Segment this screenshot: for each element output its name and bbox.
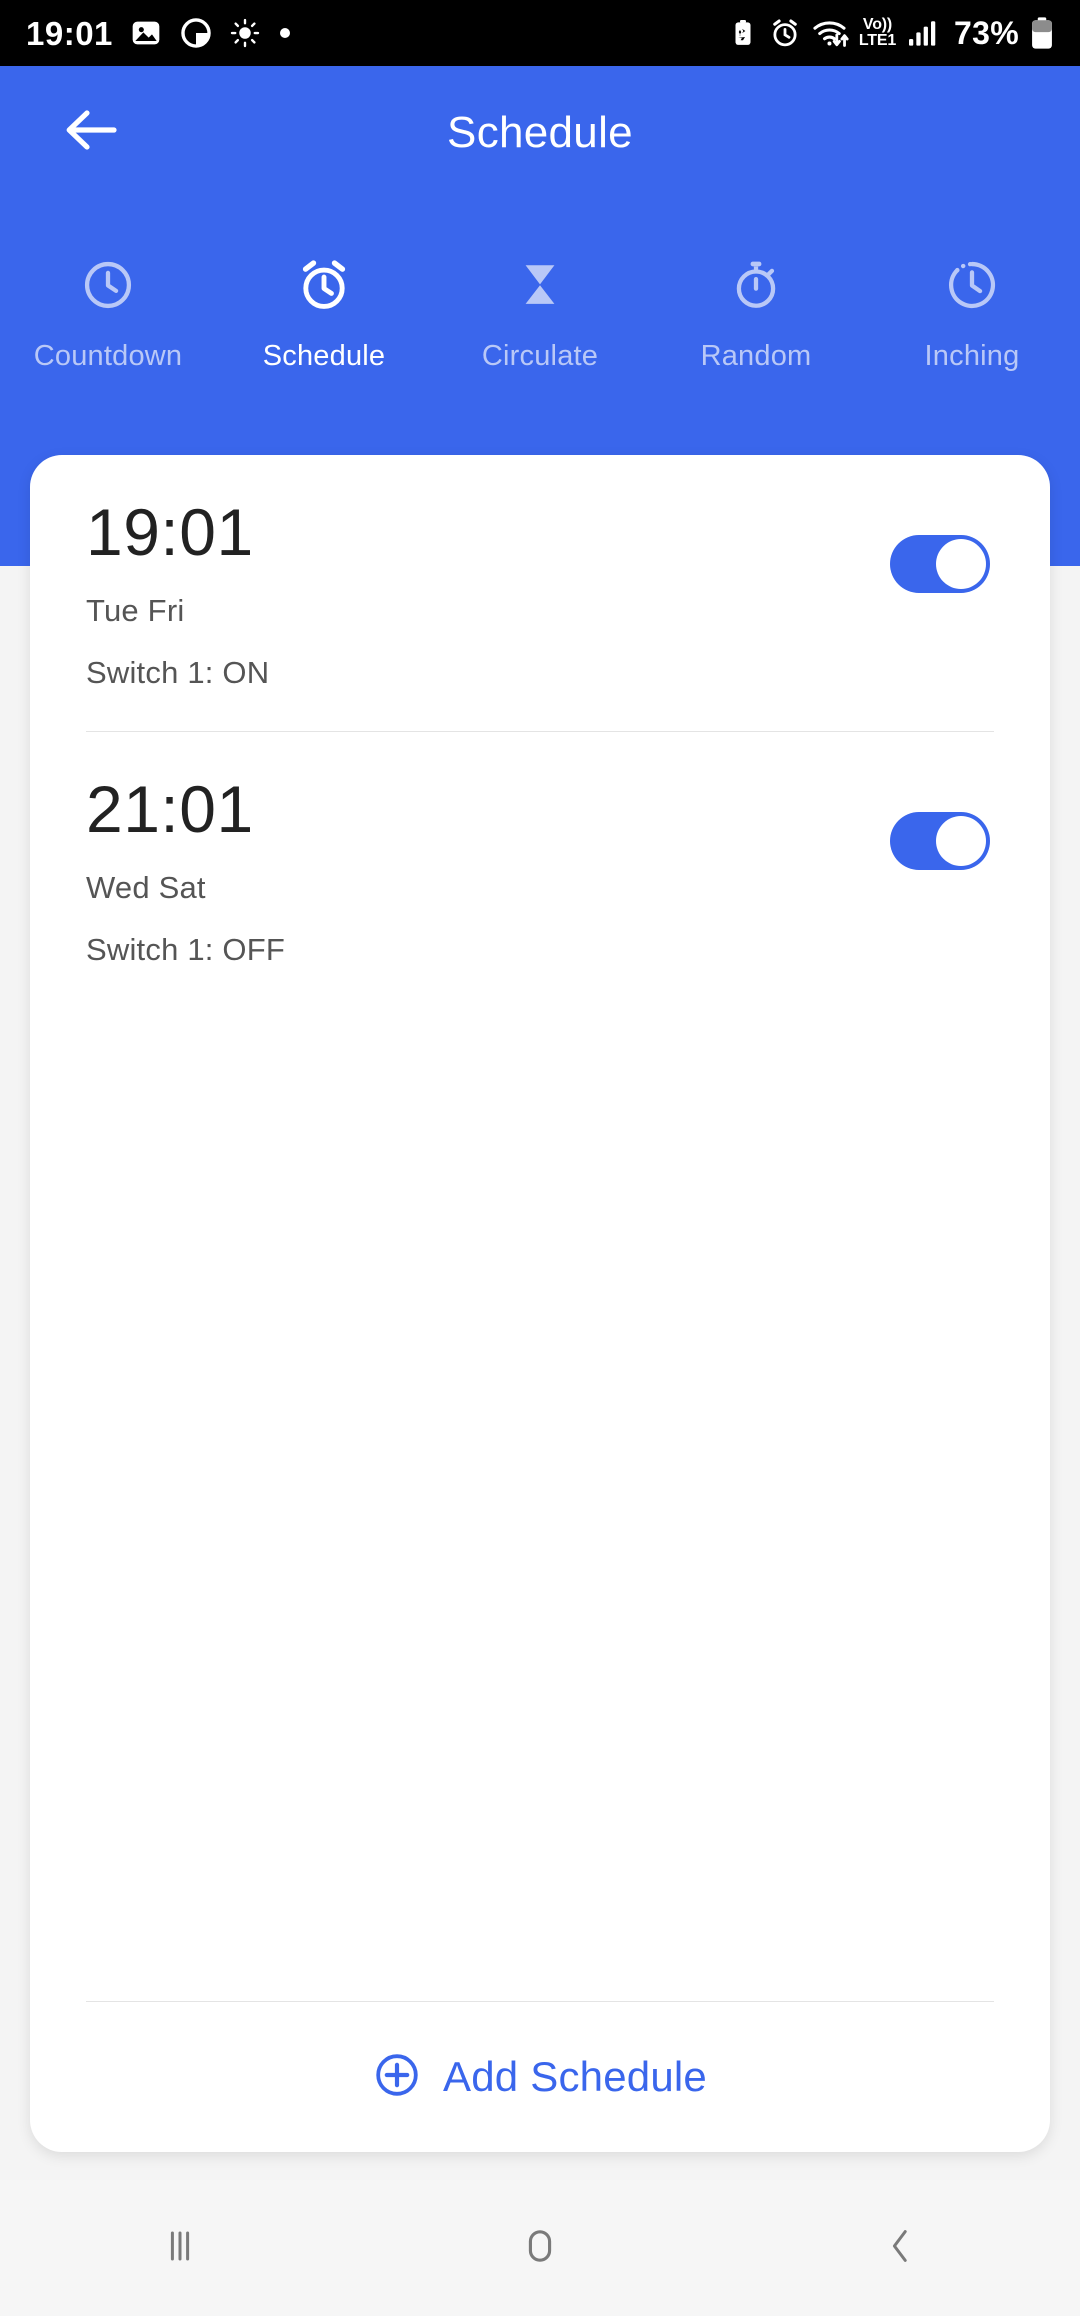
- dashed-clock-icon: [945, 254, 999, 316]
- recents-icon: [156, 2222, 204, 2275]
- stopwatch-icon: [729, 254, 783, 316]
- add-schedule-label: Add Schedule: [443, 2053, 707, 2100]
- dot-icon: [277, 25, 293, 41]
- alarm-clock-icon: [296, 254, 352, 316]
- schedule-action: Switch 1: ON: [86, 655, 270, 690]
- app-bar-top: Schedule: [0, 66, 1080, 196]
- toggle-knob: [936, 539, 986, 589]
- alarm-icon: [769, 17, 801, 49]
- schedule-toggle-wrap: [890, 776, 994, 870]
- schedule-toggle-wrap: [890, 499, 994, 593]
- status-bar-right: Vo)) LTE1 73%: [728, 15, 1054, 52]
- schedule-row[interactable]: 19:01 Tue Fri Switch 1: ON: [30, 455, 1050, 731]
- tab-circulate[interactable]: Circulate: [432, 246, 648, 373]
- schedule-toggle[interactable]: [890, 535, 990, 593]
- clock-icon: [81, 254, 135, 316]
- tab-label-countdown: Countdown: [33, 340, 183, 372]
- home-button[interactable]: [360, 2221, 720, 2276]
- image-icon: [130, 17, 162, 49]
- tab-label-random: Random: [700, 340, 812, 372]
- brightness-icon: [230, 18, 260, 48]
- plus-circle-icon: [373, 2051, 421, 2104]
- battery-percent-label: 73%: [954, 14, 1019, 51]
- volte-label-bottom: LTE1: [858, 32, 897, 49]
- page-title: Schedule: [447, 108, 633, 157]
- circle-icon: [179, 16, 213, 50]
- volte-label-top: Vo)): [862, 16, 893, 33]
- battery-icon: [1030, 16, 1054, 50]
- back-button[interactable]: [44, 82, 140, 178]
- arrow-left-icon: [66, 110, 117, 150]
- wifi-icon: [812, 17, 852, 49]
- schedule-time: 19:01: [86, 495, 254, 569]
- schedule-row[interactable]: 21:01 Wed Sat Switch 1: OFF: [30, 732, 1050, 1008]
- tab-label-circulate: Circulate: [481, 340, 599, 372]
- status-bar-left: 19:01: [26, 16, 293, 50]
- back-button-nav[interactable]: [720, 2222, 1080, 2275]
- system-nav-bar: [0, 2180, 1080, 2316]
- tab-random[interactable]: Random: [648, 246, 864, 373]
- schedule-action: Switch 1: OFF: [86, 932, 285, 967]
- schedule-list: 19:01 Tue Fri Switch 1: ON 21:01 Wed Sat…: [30, 455, 1050, 2152]
- schedule-days: Tue Fri: [86, 593, 185, 628]
- back-chevron-icon: [876, 2222, 924, 2275]
- toggle-knob: [936, 816, 986, 866]
- add-schedule-button[interactable]: Add Schedule: [30, 2002, 1050, 2152]
- home-icon: [515, 2221, 565, 2276]
- schedule-row-content: 21:01 Wed Sat Switch 1: OFF: [86, 776, 994, 968]
- schedule-info: 21:01 Wed Sat Switch 1: OFF: [86, 776, 285, 968]
- tab-label-schedule: Schedule: [262, 340, 386, 372]
- schedule-card: 19:01 Tue Fri Switch 1: ON 21:01 Wed Sat…: [30, 455, 1050, 2152]
- mode-tabs: Countdown Schedule Circulate Random Inch…: [0, 246, 1080, 373]
- recents-button[interactable]: [0, 2222, 360, 2275]
- tab-schedule[interactable]: Schedule: [216, 246, 432, 373]
- status-bar: 19:01 Vo)) LTE1 73%: [0, 0, 1080, 66]
- schedule-days: Wed Sat: [86, 870, 206, 905]
- battery-saver-icon: [728, 18, 758, 48]
- schedule-row-content: 19:01 Tue Fri Switch 1: ON: [86, 499, 994, 691]
- schedule-time: 21:01: [86, 772, 254, 846]
- schedule-toggle[interactable]: [890, 812, 990, 870]
- phone-screen: 19:01 Vo)) LTE1 73% Schedule Countdown S…: [0, 0, 1080, 2316]
- volte-indicator: Vo)) LTE1: [859, 17, 896, 49]
- tab-inching[interactable]: Inching: [864, 246, 1080, 373]
- status-bar-clock: 19:01: [26, 14, 113, 52]
- signal-icon: [907, 18, 939, 48]
- schedule-info: 19:01 Tue Fri Switch 1: ON: [86, 499, 269, 691]
- hourglass-icon: [513, 254, 567, 316]
- tab-countdown[interactable]: Countdown: [0, 246, 216, 373]
- tab-label-inching: Inching: [924, 340, 1020, 372]
